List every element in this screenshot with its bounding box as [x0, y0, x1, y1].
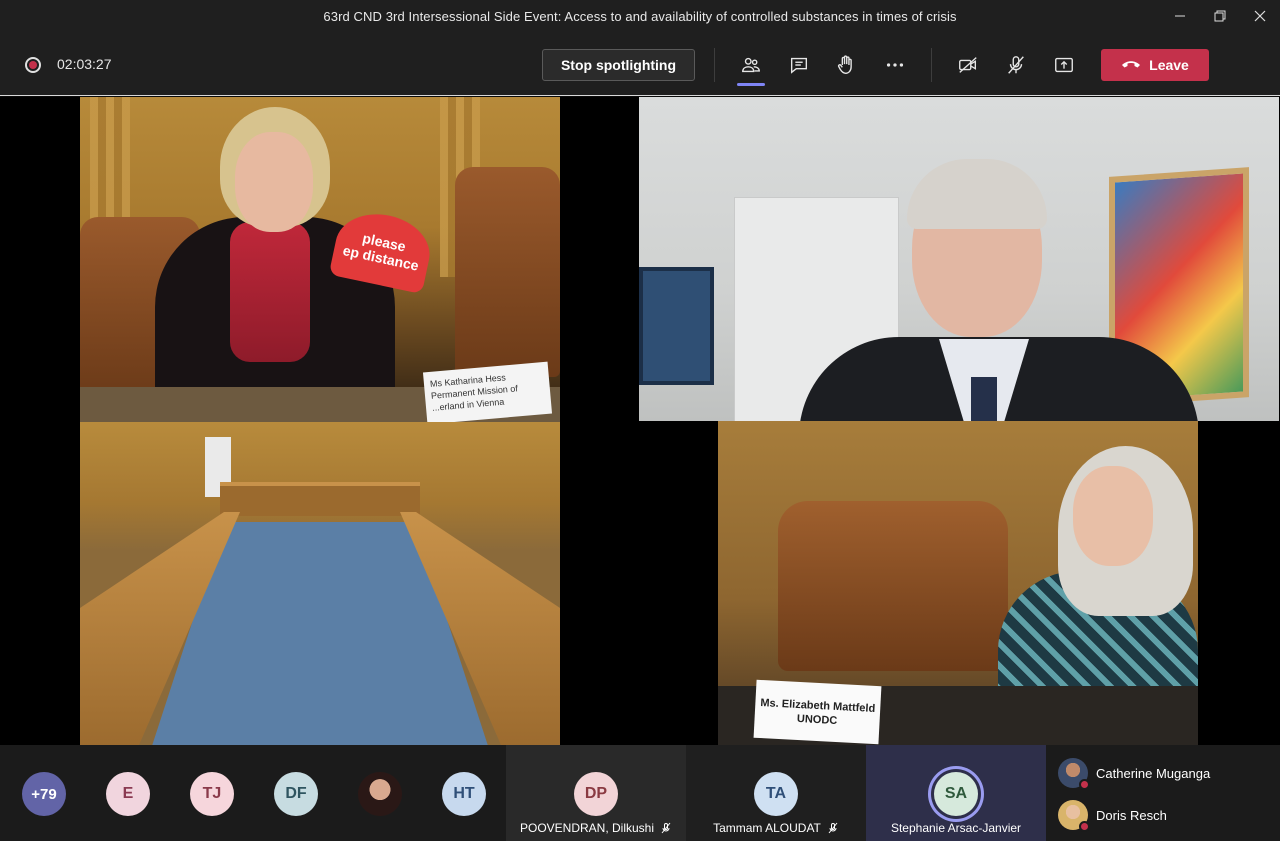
minimize-button[interactable] [1160, 0, 1200, 32]
participant-initials: DP [574, 772, 618, 816]
participant-tile[interactable]: TA Tammam ALOUDAT [686, 745, 866, 841]
recording-icon [25, 57, 41, 73]
chair [778, 501, 1008, 671]
participant-name: POOVENDRAN, Dilkushi [519, 821, 655, 835]
share-icon [1055, 57, 1073, 73]
meeting-timer: 02:03:27 [57, 56, 112, 72]
participant-list-item[interactable]: Doris Resch [1058, 798, 1167, 832]
participant-photo-avatar [1058, 758, 1090, 790]
more-icon [886, 63, 904, 67]
mic-toggle-button[interactable] [1000, 50, 1032, 80]
participants-icon [742, 57, 760, 73]
leave-label: Leave [1149, 57, 1189, 73]
video-tile-speaker-2[interactable] [639, 97, 1279, 421]
meeting-toolbar: 02:03:27 Stop spotlighting Leave [0, 32, 1280, 96]
participant-name: Doris Resch [1096, 807, 1167, 823]
scarf [230, 222, 310, 362]
hang-up-icon [1122, 61, 1141, 68]
participant-initials: TA [754, 772, 798, 816]
title-bar: 63rd CND 3rd Intersessional Side Event: … [0, 0, 1280, 32]
speaker-hair [907, 159, 1047, 229]
leave-button[interactable]: Leave [1101, 49, 1209, 81]
camera-off-icon [959, 57, 977, 73]
stop-spotlighting-button[interactable]: Stop spotlighting [542, 49, 695, 81]
participant-tile[interactable]: DP POOVENDRAN, Dilkushi [506, 745, 686, 841]
podium-desk [220, 482, 420, 516]
participant-list-item[interactable]: Catherine Muganga [1058, 756, 1210, 790]
participant-name-row: Stephanie Arsac-Janvier [866, 821, 1046, 835]
participant-photo-avatar [1058, 800, 1090, 832]
wall-painting [639, 267, 714, 385]
speaker-face [1073, 466, 1153, 566]
participant-tile-speaking[interactable]: SA Stephanie Arsac-Janvier [866, 745, 1046, 841]
participant-name: Tammam ALOUDAT [713, 821, 821, 835]
participants-button[interactable] [735, 50, 767, 86]
speaker-face [235, 132, 313, 232]
toolbar-divider [931, 48, 932, 82]
raise-hand-button[interactable] [830, 50, 862, 80]
chat-icon [790, 57, 808, 74]
restore-icon [1214, 10, 1226, 22]
video-tile-speaker-3[interactable]: Ms. Elizabeth Mattfeld UNODC [718, 421, 1198, 745]
participant-avatar[interactable]: E [106, 772, 150, 816]
participant-avatar[interactable]: TJ [190, 772, 234, 816]
more-participants-button[interactable]: +79 [22, 772, 66, 816]
restore-button[interactable] [1200, 0, 1240, 32]
participant-avatar[interactable]: DF [274, 772, 318, 816]
participant-avatar[interactable]: HT [442, 772, 486, 816]
participant-strip: +79 E TJ DF HT DP POOVENDRAN, Dilkushi T… [0, 745, 1280, 841]
toolbar-divider [714, 48, 715, 82]
mic-off-icon [661, 822, 671, 834]
mic-off-icon [1008, 56, 1024, 74]
tie [971, 377, 997, 421]
video-tile-speaker-1[interactable]: please ep distance Ms Katharina Hess Per… [80, 97, 560, 422]
participant-name: Catherine Muganga [1096, 765, 1211, 781]
nameplate: Ms Katharina Hess Permanent Mission of .… [422, 361, 553, 422]
video-tile-conference-room[interactable] [80, 422, 560, 745]
participant-side-list: Catherine Muganga Doris Resch [1046, 745, 1280, 841]
close-button[interactable] [1240, 0, 1280, 32]
raise-hand-icon [837, 55, 852, 74]
participant-name: Stephanie Arsac-Janvier [890, 821, 1022, 835]
minimize-icon [1175, 15, 1185, 17]
participant-name-row: POOVENDRAN, Dilkushi [506, 821, 686, 835]
share-button[interactable] [1048, 50, 1080, 80]
window-title: 63rd CND 3rd Intersessional Side Event: … [323, 8, 957, 24]
chat-button[interactable] [783, 50, 815, 80]
participant-initials: SA [934, 772, 978, 816]
video-stage: please ep distance Ms Katharina Hess Per… [0, 97, 1280, 745]
camera-toggle-button[interactable] [952, 50, 984, 80]
window-controls [1160, 0, 1280, 32]
mic-off-icon [828, 822, 838, 834]
chair [455, 167, 560, 377]
participant-name-row: Tammam ALOUDAT [686, 821, 866, 835]
close-icon [1254, 10, 1266, 22]
participant-photo-avatar[interactable] [358, 772, 402, 816]
do-not-disturb-status-icon [1079, 821, 1090, 832]
more-actions-button[interactable] [879, 50, 911, 80]
nameplate: Ms. Elizabeth Mattfeld UNODC [753, 679, 882, 745]
do-not-disturb-status-icon [1079, 779, 1090, 790]
